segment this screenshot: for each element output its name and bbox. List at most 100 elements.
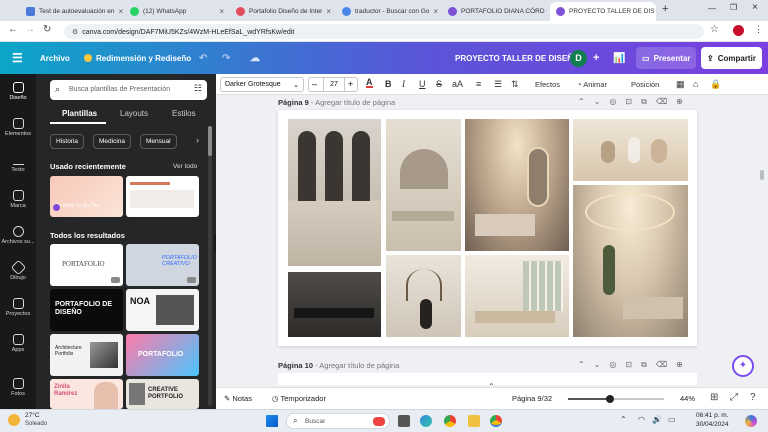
bookmark-star-icon[interactable]: ☆ xyxy=(710,24,719,35)
position-button[interactable]: Posición xyxy=(631,80,659,89)
font-size-input[interactable]: 27 xyxy=(323,78,345,91)
strikethrough-button[interactable]: S xyxy=(436,79,442,89)
template-search-input[interactable]: ⌕ Busca plantillas de Presentación ☷ xyxy=(50,80,207,100)
rail-item-draw[interactable]: Dibujo xyxy=(0,259,36,281)
interior-photo-arch-wall[interactable] xyxy=(386,119,461,251)
close-icon[interactable]: × xyxy=(433,7,438,16)
filter-icon[interactable]: ☷ xyxy=(194,83,202,94)
delete-icon[interactable]: ⌫ xyxy=(656,360,676,369)
tab-templates[interactable]: Plantillas xyxy=(62,109,97,118)
see-all-link[interactable]: Ver todo xyxy=(173,163,197,170)
duplicate-icon[interactable]: ⧉ xyxy=(641,97,656,106)
rail-item-elements[interactable]: Elementos xyxy=(0,118,36,137)
hide-icon[interactable]: ◎ xyxy=(609,360,625,369)
battery-icon[interactable]: ▭ xyxy=(668,415,676,424)
paint-format-icon[interactable]: ⌂ xyxy=(693,79,698,89)
add-collaborator-icon[interactable]: + xyxy=(593,42,599,74)
browser-menu-icon[interactable]: ⋮ xyxy=(754,24,763,35)
recent-template-thumb[interactable] xyxy=(126,176,199,217)
panel-scrollbar[interactable] xyxy=(208,126,212,406)
back-icon[interactable]: ← xyxy=(8,24,18,35)
delete-icon[interactable]: ⌫ xyxy=(656,97,676,106)
interior-photo-arches[interactable] xyxy=(288,119,381,266)
project-title[interactable]: PROYECTO TALLER DE DISEÑO xyxy=(455,42,579,74)
page-10-header[interactable]: Página 10 - Agregar título de página xyxy=(278,361,399,370)
wifi-icon[interactable]: ◠ xyxy=(638,415,645,424)
case-button[interactable]: aA xyxy=(452,79,463,89)
browser-tab[interactable]: (12) WhatsApp × xyxy=(124,2,230,21)
timer-button[interactable]: ◷ Temporizador xyxy=(272,394,326,403)
italic-button[interactable]: I xyxy=(402,79,405,89)
browser-tab[interactable]: Test de autoevaluación en × xyxy=(20,2,124,21)
user-avatar[interactable]: D xyxy=(570,49,587,67)
magic-assistant-icon[interactable]: ✦ xyxy=(732,355,754,377)
list-icon[interactable]: ☰ xyxy=(494,79,502,90)
fullscreen-icon[interactable]: ⤢ xyxy=(730,392,738,403)
zoom-slider[interactable] xyxy=(568,395,664,403)
close-icon[interactable]: × xyxy=(119,7,124,16)
file-explorer-icon[interactable] xyxy=(468,415,480,427)
redo-icon[interactable]: ↷ xyxy=(222,42,230,74)
text-color-icon[interactable]: A xyxy=(366,78,373,88)
interior-photo-plant[interactable] xyxy=(386,255,461,337)
interior-photo-gym[interactable] xyxy=(288,272,381,337)
chrome-icon[interactable] xyxy=(444,415,456,427)
window-close-icon[interactable]: × xyxy=(752,2,758,13)
analytics-icon[interactable]: 📊 xyxy=(613,42,625,74)
font-family-select[interactable]: Darker Grotesque ⌄ xyxy=(220,77,304,92)
hide-icon[interactable]: ◎ xyxy=(609,97,625,106)
page-indicator[interactable]: Página 9/32 xyxy=(512,394,552,403)
reload-icon[interactable]: ↻ xyxy=(43,24,51,35)
tray-chevron-icon[interactable]: ⌃ xyxy=(620,415,627,424)
interior-photo-salon[interactable] xyxy=(465,119,569,251)
resize-button[interactable]: Redimensión y Rediseño xyxy=(84,42,191,74)
rail-item-photos[interactable]: Fotos xyxy=(0,378,36,397)
rail-item-uploads[interactable]: Archivos su... xyxy=(0,226,36,245)
volume-icon[interactable]: 🔊 xyxy=(652,415,662,424)
align-icon[interactable]: ≡ xyxy=(476,79,481,89)
windows-start-icon[interactable] xyxy=(266,415,278,427)
transparency-icon[interactable]: ▦ xyxy=(676,79,685,90)
rail-item-apps[interactable]: Apps xyxy=(0,334,36,353)
browser-tab[interactable]: traductor - Buscar con Go × xyxy=(336,2,442,21)
grid-view-icon[interactable]: ⊞ xyxy=(710,392,718,403)
rail-item-text[interactable]: Texto xyxy=(0,154,36,173)
spacing-icon[interactable]: ⇅ xyxy=(511,79,519,90)
zoom-slider-handle[interactable] xyxy=(606,395,614,403)
result-template-thumb[interactable]: PORTAFOLIO CREATIVO xyxy=(126,244,199,286)
lock-icon[interactable]: ⊡ xyxy=(625,97,641,106)
recent-template-thumb[interactable]: We Work To Do The xyxy=(50,176,123,217)
task-view-icon[interactable] xyxy=(398,415,410,427)
clock-date[interactable]: 30/04/2024 xyxy=(696,421,729,428)
add-page-icon[interactable]: ⊕ xyxy=(676,97,692,106)
maximize-icon[interactable]: ❐ xyxy=(730,3,737,12)
decrease-size-button[interactable]: – xyxy=(312,79,317,89)
chevron-up-icon[interactable]: ⌃ xyxy=(578,97,594,106)
url-input[interactable]: ⚙ canva.com/design/DAF7MiU5KZs/4WzM-HLeEf… xyxy=(64,24,704,39)
result-template-thumb[interactable]: PORTAFOLIO xyxy=(50,244,123,286)
clock-time[interactable]: 06:41 p. m. xyxy=(696,412,729,419)
result-template-thumb[interactable]: Architecture Portfolio xyxy=(50,334,123,376)
new-tab-button[interactable]: + xyxy=(662,3,668,15)
browser-tab[interactable]: PORTAFOLIO DIANA CÓRD× xyxy=(442,2,548,21)
interior-photo-ceiling[interactable] xyxy=(573,185,688,337)
rail-item-brand[interactable]: Marca xyxy=(0,190,36,209)
increase-size-button[interactable]: + xyxy=(348,79,353,89)
tab-styles[interactable]: Estilos xyxy=(172,109,196,118)
close-icon[interactable]: × xyxy=(219,7,224,16)
duplicate-icon[interactable]: ⧉ xyxy=(641,360,656,369)
help-icon[interactable]: ? xyxy=(750,392,756,403)
interior-photo-vases[interactable] xyxy=(573,119,688,181)
interior-photo-spa[interactable] xyxy=(465,255,569,337)
lock-icon[interactable]: ⊡ xyxy=(625,360,641,369)
profile-avatar[interactable] xyxy=(733,25,744,36)
result-template-thumb[interactable]: PORTAFOLIO DE DISEÑO xyxy=(50,289,123,331)
expand-pages-icon[interactable]: ⌃ xyxy=(488,382,495,391)
hamburger-icon[interactable]: ☰ xyxy=(12,42,23,74)
result-template-thumb[interactable]: CREATIVE PORTFOLIO xyxy=(126,379,199,409)
zoom-level[interactable]: 44% xyxy=(680,394,695,403)
chrome-active-icon[interactable] xyxy=(490,415,502,427)
browser-tab-active[interactable]: PROYECTO TALLER DE DIS× xyxy=(550,2,656,21)
font-size-stepper[interactable]: – 27 + xyxy=(308,77,358,92)
chip-history[interactable]: Historia xyxy=(50,134,85,149)
